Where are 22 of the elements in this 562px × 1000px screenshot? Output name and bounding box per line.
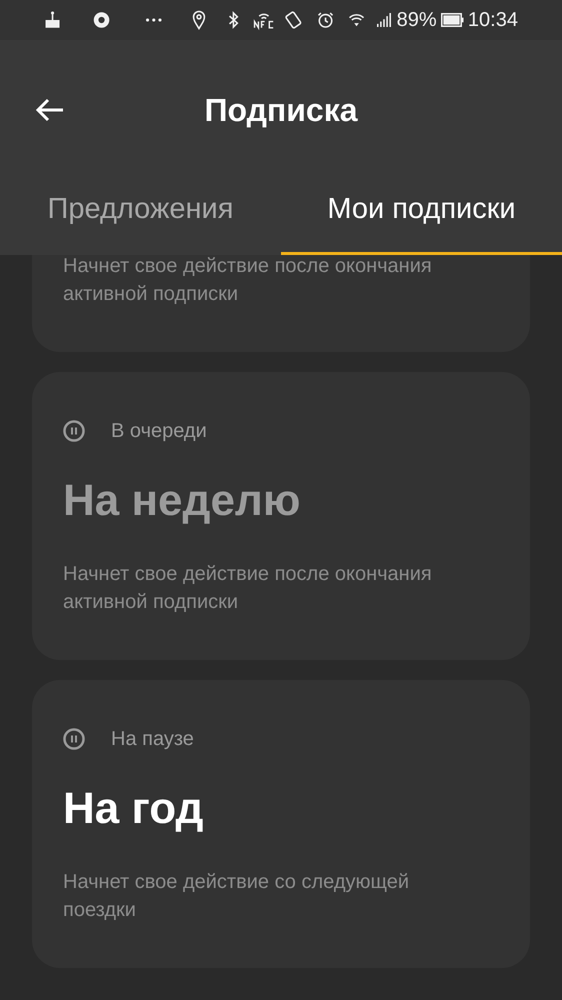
pause-icon: [63, 728, 85, 750]
battery-percent: 89%: [396, 8, 437, 33]
more-icon: [146, 18, 162, 22]
back-arrow-icon: [35, 98, 65, 122]
location-icon: [192, 8, 206, 32]
clock-time: 10:34: [468, 8, 518, 33]
status-label: В очереди: [111, 419, 207, 444]
subscription-card[interactable]: На паузе На год Начнет свое действие со следующей поездки: [32, 680, 530, 968]
card-description: Начнет свое действие после окончания активной подписки: [63, 255, 433, 307]
card-title: На неделю: [63, 475, 302, 527]
card-description: Начнет свое действие после окончания активной подписки: [63, 562, 433, 615]
screen-title: Подписка: [204, 91, 358, 130]
signal-icon: [377, 11, 393, 29]
status-label: На паузе: [111, 727, 194, 752]
card-title: На год: [63, 783, 204, 835]
subscription-card[interactable]: Начнет свое действие после окончания активной подписки: [32, 255, 530, 352]
subscription-card[interactable]: В очереди На неделю Начнет свое действие после окончания активной подписки: [32, 372, 530, 660]
bluetooth-icon: [228, 9, 239, 31]
pause-icon: [63, 420, 85, 442]
battery-icon: [440, 11, 464, 29]
tab[interactable]: Предложения: [0, 180, 281, 255]
card-description: Начнет свое действие со следующей поездки: [63, 870, 410, 923]
